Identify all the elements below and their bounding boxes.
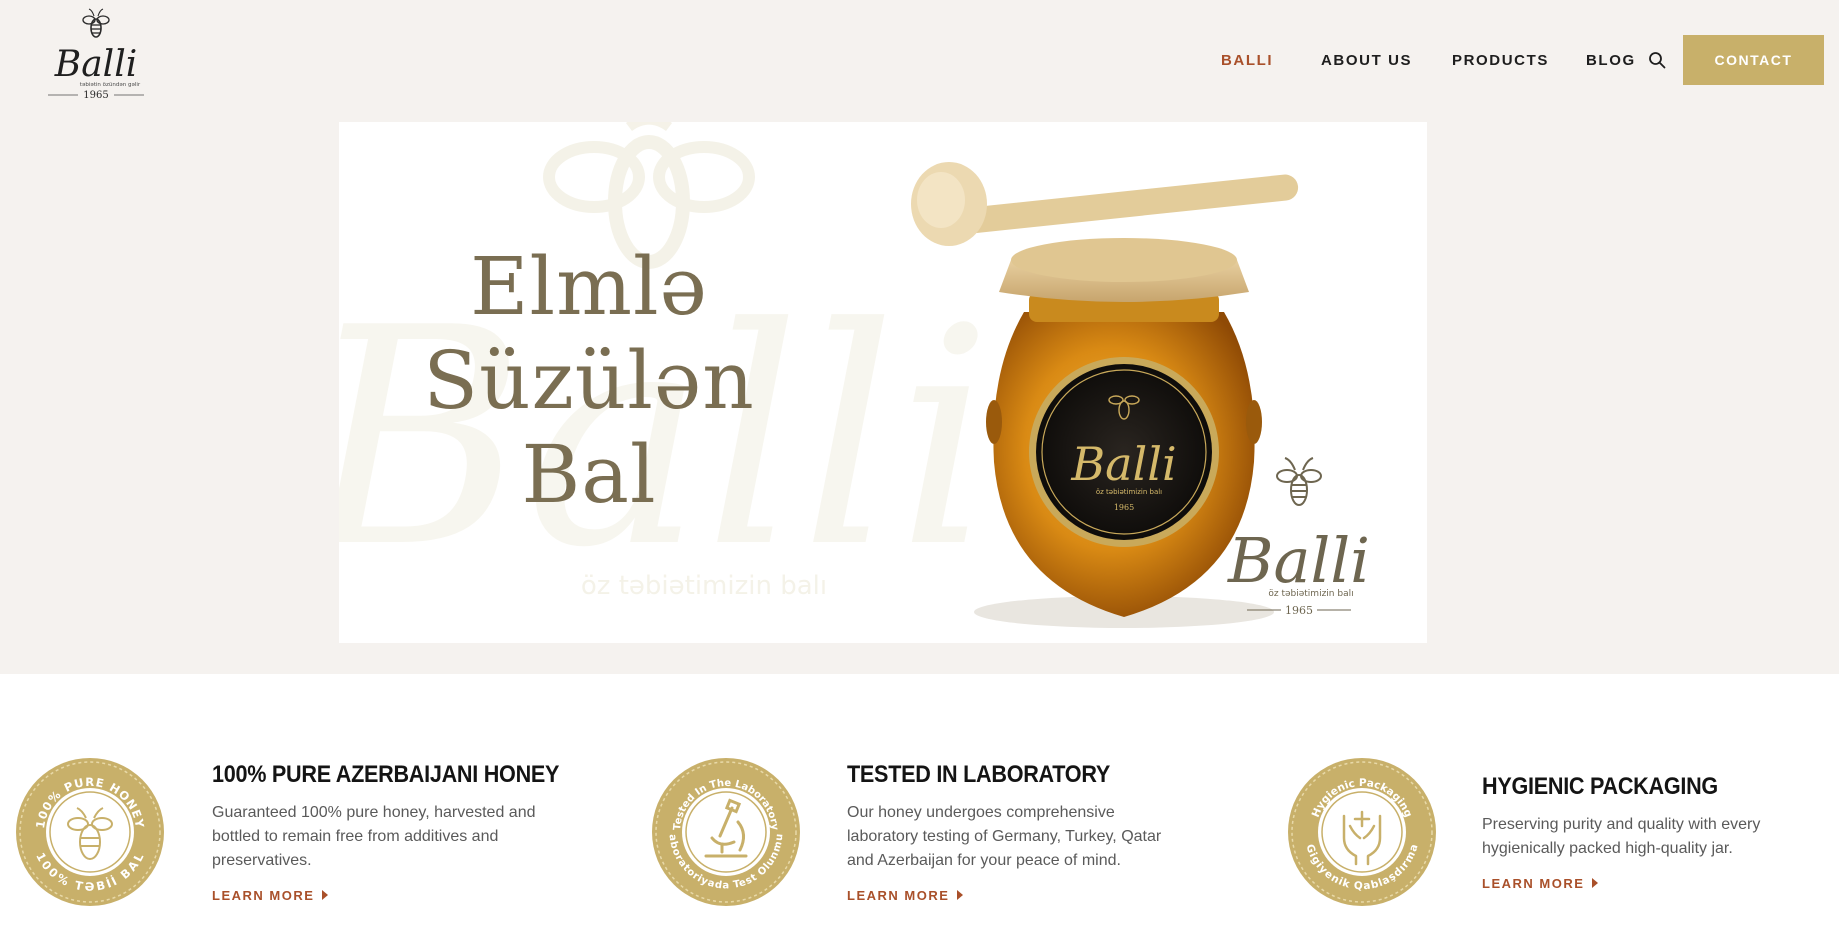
caret-right-icon (957, 890, 964, 900)
hero-title-line-3: Bal (521, 428, 657, 521)
hero-title-line-2: Süzülən (423, 334, 755, 427)
jar-label-year: 1965 (1114, 503, 1134, 512)
nav-item-balli[interactable]: BALLI (1221, 52, 1273, 69)
feature-1-title: 100% PURE AZERBAIJANI HONEY (212, 761, 560, 788)
feature-3-learn-more[interactable]: LEARN MORE (1482, 876, 1599, 891)
feature-1-learn-more-label: LEARN MORE (212, 888, 315, 903)
feature-2-learn-more-label: LEARN MORE (847, 888, 950, 903)
watermark-tagline: öz təbiətimizin balı (581, 571, 827, 601)
caret-right-icon (1592, 878, 1599, 888)
caret-right-icon (322, 890, 329, 900)
feature-2-title: TESTED IN LABORATORY (847, 761, 1111, 788)
feature-1-description: Guaranteed 100% pure honey, harvested an… (212, 804, 536, 869)
feature-2-learn-more[interactable]: LEARN MORE (847, 888, 964, 903)
hero-title: Elmlə Süzülən Bal (399, 240, 779, 522)
hero-logo-tagline: öz təbiətimizin balı (1268, 589, 1353, 599)
main-nav: BALLI ABOUT US PRODUCTS BLOG CONTACT (0, 0, 1839, 120)
hero-banner: Balli öz təbiətimizin balı Elmlə Süzülən… (339, 122, 1427, 643)
jar-label-brand: Balli (1070, 437, 1176, 491)
nav-item-blog[interactable]: BLOG (1586, 52, 1636, 69)
feature-3-title: HYGIENIC PACKAGING (1482, 773, 1718, 800)
pure-honey-badge: 100% PURE HONEY 100% TƏBİİ BAL (16, 758, 164, 906)
contact-button[interactable]: CONTACT (1683, 35, 1824, 85)
nav-item-about-us[interactable]: ABOUT US (1321, 52, 1412, 69)
lab-tested-badge: Tested In The Laboratory Laboratoriyada … (650, 756, 800, 906)
hero-title-line-1: Elmlə (470, 240, 708, 333)
hygienic-packaging-badge: Hygienic Packaging Gigiyenik Qablaşdırma (1288, 758, 1436, 906)
feature-3-description: Preserving purity and quality with every… (1482, 816, 1761, 857)
search-icon[interactable] (1648, 51, 1666, 69)
hero-brand-logo: Balli öz təbiətimizin balı 1965 (1227, 457, 1370, 617)
jar-label-tagline: öz təbiətimizin balı (1096, 488, 1162, 496)
feature-3-learn-more-label: LEARN MORE (1482, 876, 1585, 891)
feature-1-learn-more[interactable]: LEARN MORE (212, 888, 329, 903)
hero-logo-year: 1965 (1285, 604, 1313, 617)
hero-logo-brand: Balli (1227, 524, 1370, 597)
feature-2-description: Our honey undergoes comprehensive labora… (847, 804, 1162, 869)
nav-item-products[interactable]: PRODUCTS (1452, 52, 1549, 69)
